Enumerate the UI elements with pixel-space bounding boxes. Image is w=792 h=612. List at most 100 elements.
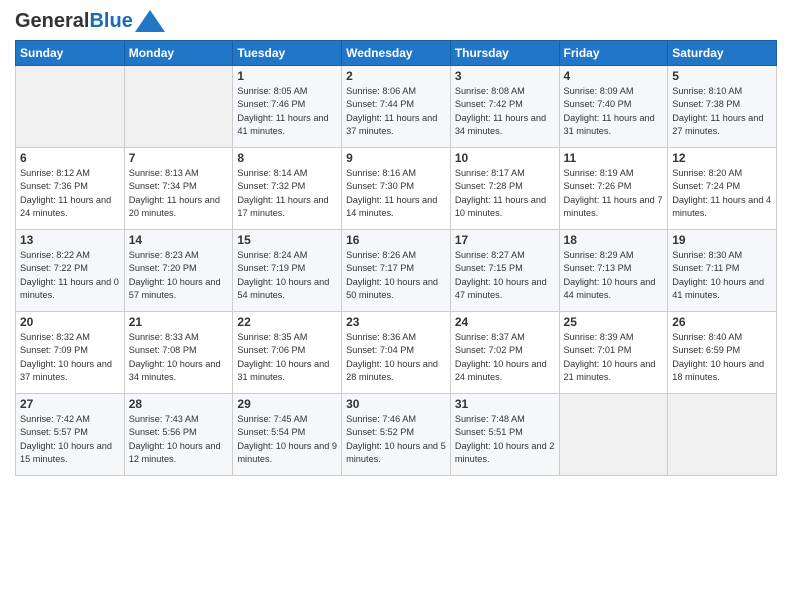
calendar-cell: 3 Sunrise: 8:08 AM Sunset: 7:42 PM Daylig… <box>450 66 559 148</box>
day-info: Sunrise: 8:16 AM Sunset: 7:30 PM Dayligh… <box>346 167 446 220</box>
day-info: Sunrise: 8:10 AM Sunset: 7:38 PM Dayligh… <box>672 85 772 138</box>
day-number: 20 <box>20 315 120 329</box>
day-info: Sunrise: 8:12 AM Sunset: 7:36 PM Dayligh… <box>20 167 120 220</box>
day-info: Sunrise: 8:14 AM Sunset: 7:32 PM Dayligh… <box>237 167 337 220</box>
day-number: 5 <box>672 69 772 83</box>
calendar-cell: 15 Sunrise: 8:24 AM Sunset: 7:19 PM Dayli… <box>233 230 342 312</box>
day-info: Sunrise: 8:32 AM Sunset: 7:09 PM Dayligh… <box>20 331 120 384</box>
day-number: 13 <box>20 233 120 247</box>
calendar-cell: 27Sunrise: 7:42 AM Sunset: 5:57 PM Dayli… <box>16 394 125 476</box>
calendar-week-row: 1Sunrise: 8:05 AM Sunset: 7:46 PM Daylig… <box>16 66 777 148</box>
day-info: Sunrise: 8:20 AM Sunset: 7:24 PM Dayligh… <box>672 167 772 220</box>
day-number: 16 <box>346 233 446 247</box>
day-info: Sunrise: 8:39 AM Sunset: 7:01 PM Dayligh… <box>564 331 664 384</box>
calendar-cell: 8 Sunrise: 8:14 AM Sunset: 7:32 PM Daylig… <box>233 148 342 230</box>
calendar-cell: 22Sunrise: 8:35 AM Sunset: 7:06 PM Dayli… <box>233 312 342 394</box>
day-of-week-header: Saturday <box>668 41 777 66</box>
day-number: 14 <box>129 233 229 247</box>
day-info: Sunrise: 8:17 AM Sunset: 7:28 PM Dayligh… <box>455 167 555 220</box>
main-container: GeneralBlue SundayMondayTuesdayWednesday… <box>0 0 792 486</box>
calendar-cell: 23 Sunrise: 8:36 AM Sunset: 7:04 PM Dayli… <box>342 312 451 394</box>
logo-blue: Blue <box>89 10 132 32</box>
day-number: 26 <box>672 315 772 329</box>
day-number: 7 <box>129 151 229 165</box>
calendar-cell: 26 Sunrise: 8:40 AM Sunset: 6:59 PM Dayli… <box>668 312 777 394</box>
calendar-cell: 10 Sunrise: 8:17 AM Sunset: 7:28 PM Dayli… <box>450 148 559 230</box>
calendar-cell: 16 Sunrise: 8:26 AM Sunset: 7:17 PM Dayli… <box>342 230 451 312</box>
calendar-cell: 30Sunrise: 7:46 AM Sunset: 5:52 PM Dayli… <box>342 394 451 476</box>
calendar-cell: 29 Sunrise: 7:45 AM Sunset: 5:54 PM Dayli… <box>233 394 342 476</box>
day-number: 11 <box>564 151 664 165</box>
calendar-week-row: 13 Sunrise: 8:22 AM Sunset: 7:22 PM Dayli… <box>16 230 777 312</box>
day-info: Sunrise: 8:09 AM Sunset: 7:40 PM Dayligh… <box>564 85 664 138</box>
calendar-cell: 4 Sunrise: 8:09 AM Sunset: 7:40 PM Daylig… <box>559 66 668 148</box>
day-info: Sunrise: 7:43 AM Sunset: 5:56 PM Dayligh… <box>129 413 229 466</box>
calendar-cell: 12 Sunrise: 8:20 AM Sunset: 7:24 PM Dayli… <box>668 148 777 230</box>
day-info: Sunrise: 8:37 AM Sunset: 7:02 PM Dayligh… <box>455 331 555 384</box>
calendar-cell: 9Sunrise: 8:16 AM Sunset: 7:30 PM Daylig… <box>342 148 451 230</box>
day-of-week-header: Tuesday <box>233 41 342 66</box>
day-number: 17 <box>455 233 555 247</box>
logo-general: General <box>15 10 89 32</box>
calendar-cell <box>559 394 668 476</box>
day-number: 12 <box>672 151 772 165</box>
calendar-week-row: 20 Sunrise: 8:32 AM Sunset: 7:09 PM Dayli… <box>16 312 777 394</box>
day-of-week-header: Thursday <box>450 41 559 66</box>
calendar-cell: 7 Sunrise: 8:13 AM Sunset: 7:34 PM Daylig… <box>124 148 233 230</box>
day-number: 18 <box>564 233 664 247</box>
day-info: Sunrise: 8:33 AM Sunset: 7:08 PM Dayligh… <box>129 331 229 384</box>
day-info: Sunrise: 8:08 AM Sunset: 7:42 PM Dayligh… <box>455 85 555 138</box>
day-of-week-header: Sunday <box>16 41 125 66</box>
day-of-week-header: Friday <box>559 41 668 66</box>
day-number: 28 <box>129 397 229 411</box>
calendar-cell: 21 Sunrise: 8:33 AM Sunset: 7:08 PM Dayli… <box>124 312 233 394</box>
day-info: Sunrise: 8:27 AM Sunset: 7:15 PM Dayligh… <box>455 249 555 302</box>
day-info: Sunrise: 8:29 AM Sunset: 7:13 PM Dayligh… <box>564 249 664 302</box>
calendar-cell: 20 Sunrise: 8:32 AM Sunset: 7:09 PM Dayli… <box>16 312 125 394</box>
logo: GeneralBlue <box>15 10 165 32</box>
calendar-cell <box>668 394 777 476</box>
calendar-cell: 25Sunrise: 8:39 AM Sunset: 7:01 PM Dayli… <box>559 312 668 394</box>
calendar-cell: 28 Sunrise: 7:43 AM Sunset: 5:56 PM Dayli… <box>124 394 233 476</box>
day-info: Sunrise: 8:40 AM Sunset: 6:59 PM Dayligh… <box>672 331 772 384</box>
day-info: Sunrise: 8:06 AM Sunset: 7:44 PM Dayligh… <box>346 85 446 138</box>
day-info: Sunrise: 8:26 AM Sunset: 7:17 PM Dayligh… <box>346 249 446 302</box>
calendar-cell: 18 Sunrise: 8:29 AM Sunset: 7:13 PM Dayli… <box>559 230 668 312</box>
day-info: Sunrise: 8:35 AM Sunset: 7:06 PM Dayligh… <box>237 331 337 384</box>
day-info: Sunrise: 8:19 AM Sunset: 7:26 PM Dayligh… <box>564 167 664 220</box>
day-info: Sunrise: 8:22 AM Sunset: 7:22 PM Dayligh… <box>20 249 120 302</box>
day-number: 1 <box>237 69 337 83</box>
calendar-cell <box>124 66 233 148</box>
calendar-cell: 5 Sunrise: 8:10 AM Sunset: 7:38 PM Daylig… <box>668 66 777 148</box>
day-number: 21 <box>129 315 229 329</box>
day-number: 23 <box>346 315 446 329</box>
day-info: Sunrise: 7:46 AM Sunset: 5:52 PM Dayligh… <box>346 413 446 466</box>
day-of-week-header: Wednesday <box>342 41 451 66</box>
day-number: 10 <box>455 151 555 165</box>
day-number: 8 <box>237 151 337 165</box>
logo-text: GeneralBlue <box>15 10 133 32</box>
calendar-cell: 31Sunrise: 7:48 AM Sunset: 5:51 PM Dayli… <box>450 394 559 476</box>
day-number: 15 <box>237 233 337 247</box>
calendar-week-row: 6 Sunrise: 8:12 AM Sunset: 7:36 PM Daylig… <box>16 148 777 230</box>
calendar-week-row: 27Sunrise: 7:42 AM Sunset: 5:57 PM Dayli… <box>16 394 777 476</box>
day-info: Sunrise: 8:24 AM Sunset: 7:19 PM Dayligh… <box>237 249 337 302</box>
day-number: 29 <box>237 397 337 411</box>
day-info: Sunrise: 7:45 AM Sunset: 5:54 PM Dayligh… <box>237 413 337 466</box>
calendar-cell: 24 Sunrise: 8:37 AM Sunset: 7:02 PM Dayli… <box>450 312 559 394</box>
day-number: 2 <box>346 69 446 83</box>
calendar-cell: 13 Sunrise: 8:22 AM Sunset: 7:22 PM Dayli… <box>16 230 125 312</box>
day-number: 24 <box>455 315 555 329</box>
day-info: Sunrise: 8:36 AM Sunset: 7:04 PM Dayligh… <box>346 331 446 384</box>
header: GeneralBlue <box>15 10 777 32</box>
calendar-cell: 11 Sunrise: 8:19 AM Sunset: 7:26 PM Dayli… <box>559 148 668 230</box>
day-number: 4 <box>564 69 664 83</box>
calendar-cell: 1Sunrise: 8:05 AM Sunset: 7:46 PM Daylig… <box>233 66 342 148</box>
day-info: Sunrise: 8:30 AM Sunset: 7:11 PM Dayligh… <box>672 249 772 302</box>
day-number: 27 <box>20 397 120 411</box>
calendar-cell: 2 Sunrise: 8:06 AM Sunset: 7:44 PM Daylig… <box>342 66 451 148</box>
day-info: Sunrise: 8:13 AM Sunset: 7:34 PM Dayligh… <box>129 167 229 220</box>
day-number: 6 <box>20 151 120 165</box>
day-of-week-header: Monday <box>124 41 233 66</box>
day-number: 3 <box>455 69 555 83</box>
